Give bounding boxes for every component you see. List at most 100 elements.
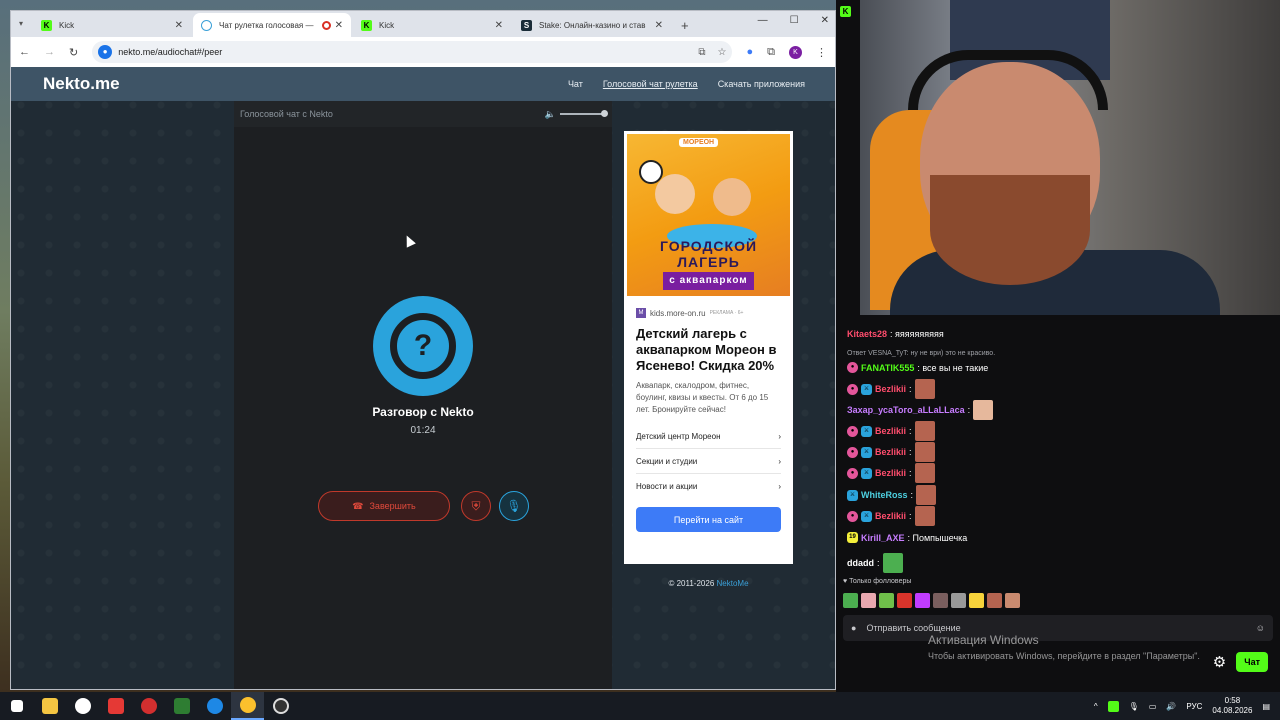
chat-username[interactable]: Kitaets28 xyxy=(847,329,887,339)
tray-kick-icon[interactable] xyxy=(1107,700,1119,712)
tab-close-icon[interactable]: ✕ xyxy=(655,20,663,31)
chat-username[interactable]: Bezlikii xyxy=(875,468,906,478)
chat-username[interactable]: ddadd xyxy=(847,558,874,568)
minimize-icon[interactable]: — xyxy=(758,15,768,26)
chat-username[interactable]: Захар_усаТого_аLLaLLaca xyxy=(847,405,965,415)
taskbar-explorer[interactable] xyxy=(33,692,66,720)
end-call-button[interactable]: ☎ Завершить xyxy=(318,491,450,521)
emote-dark[interactable] xyxy=(933,593,948,608)
forward-icon[interactable]: → xyxy=(44,46,55,58)
chat-username[interactable]: WhiteRoss xyxy=(861,490,908,500)
taskbar-opera[interactable] xyxy=(132,692,165,720)
tab-close-icon[interactable]: ✕ xyxy=(495,20,503,31)
ad-image[interactable]: МОРЕОН ГОРОДСКОЙ ЛАГЕРЬ с аквапарком xyxy=(627,134,790,296)
copyright-link[interactable]: NektoMe xyxy=(717,579,749,588)
back-icon[interactable]: ← xyxy=(19,46,30,58)
ad-body: Аквапарк, скалодром, фитнес, боулинг, кв… xyxy=(636,381,769,414)
reload-icon[interactable]: ↻ xyxy=(69,46,78,59)
panel-header: Голосовой чат с Nekto 🔈 xyxy=(234,101,612,127)
emote-feather[interactable] xyxy=(915,593,930,608)
ad-brand: МОРЕОН xyxy=(679,138,719,147)
followers-only-notice: ♥ Только фолловеры xyxy=(843,578,912,585)
tray-mic-icon[interactable]: 🎙 xyxy=(1129,702,1139,711)
tray-chevron-icon[interactable]: ^ xyxy=(1094,702,1098,711)
report-button[interactable]: ⛨ xyxy=(461,491,491,521)
ad-cta-button[interactable]: Перейти на сайт xyxy=(636,507,781,532)
stake-favicon-icon: S xyxy=(521,19,532,31)
emote-pepe[interactable] xyxy=(843,593,858,608)
taskbar-yandex[interactable] xyxy=(66,692,99,720)
address-bar[interactable]: ● nekto.me/audiochat#/peer ⧉ ☆ xyxy=(92,41,733,63)
site-logo[interactable]: Nekto.me xyxy=(43,74,120,94)
emote-face[interactable] xyxy=(861,593,876,608)
emote-man[interactable] xyxy=(987,593,1002,608)
nav-download[interactable]: Скачать приложения xyxy=(718,79,805,89)
chat-username[interactable]: Bezlikii xyxy=(875,511,906,521)
chat-username[interactable]: FANATIK555 xyxy=(861,363,914,373)
ad-headline[interactable]: Детский лагерь с аквапарком Мореон в Ясе… xyxy=(624,318,793,374)
taskbar-yandex-browser[interactable] xyxy=(99,692,132,720)
end-call-label: Завершить xyxy=(369,501,416,511)
nav-voice-roulette[interactable]: Голосовой чат рулетка xyxy=(603,79,698,89)
chat-text: : xyxy=(909,426,912,436)
emote-man2[interactable] xyxy=(1005,593,1020,608)
close-window-icon[interactable]: ✕ xyxy=(821,15,829,26)
clock-date: 04.08.2026 xyxy=(1212,706,1253,715)
chat-username[interactable]: Kirill_AXE xyxy=(861,533,905,543)
volume-knob[interactable] xyxy=(601,110,608,117)
emote-frog[interactable] xyxy=(879,593,894,608)
chat-username[interactable]: Bezlikii xyxy=(875,384,906,394)
tray-volume-icon[interactable]: 🔊 xyxy=(1166,702,1176,711)
emoji-icon[interactable]: ☺ xyxy=(1256,623,1265,633)
tray-language[interactable]: РУС xyxy=(1186,702,1202,711)
install-icon[interactable]: ⧉ xyxy=(698,47,705,58)
notifications-icon[interactable]: ▤ xyxy=(1262,702,1270,711)
shield-icon: ● xyxy=(851,623,857,633)
gear-icon[interactable]: ⚙ xyxy=(1213,653,1226,671)
chat-username[interactable]: Bezlikii xyxy=(875,447,906,457)
tab-search-icon[interactable]: ▾ xyxy=(19,19,23,28)
profile-avatar[interactable]: K xyxy=(789,45,802,59)
chat-send-button[interactable]: Чат xyxy=(1236,652,1268,672)
new-tab-icon[interactable]: + xyxy=(681,18,689,33)
chat-message: Захар_усаТого_аLLaLLaca: xyxy=(847,400,994,420)
banner-line: ЛАГЕРЬ xyxy=(677,254,740,270)
shield-icon: ⛨ xyxy=(471,498,481,513)
tab-close-icon[interactable]: ✕ xyxy=(335,20,343,31)
chat-text: : яяяяяяяяяя xyxy=(890,329,944,339)
tab-kick-1[interactable]: K Kick ✕ xyxy=(33,13,191,37)
emote-cat[interactable] xyxy=(951,593,966,608)
tab-stake[interactable]: S Stake: Онлайн-казино и став ✕ xyxy=(513,13,671,37)
tab-close-icon[interactable]: ✕ xyxy=(175,20,183,31)
windows-taskbar: ^ 🎙 ▭ 🔊 РУС 0:58 04.08.2026 ▤ xyxy=(0,692,1280,720)
tab-nekto[interactable]: Чат рулетка голосовая — ✕ xyxy=(193,13,351,37)
tab-kick-2[interactable]: K Kick ✕ xyxy=(353,13,511,37)
volume-slider[interactable] xyxy=(560,110,608,117)
ad-link[interactable]: Детский центр Мореон › xyxy=(636,424,781,449)
menu-dots-icon[interactable]: ⋮ xyxy=(816,46,827,59)
mute-button[interactable]: 🎙 xyxy=(499,491,529,521)
start-button[interactable] xyxy=(0,692,33,720)
advertisement[interactable]: МОРЕОН ГОРОДСКОЙ ЛАГЕРЬ с аквапарком M k… xyxy=(624,131,793,564)
nav-chat[interactable]: Чат xyxy=(568,79,583,89)
kick-favicon-icon: K xyxy=(361,19,372,31)
ad-link[interactable]: Секции и студии › xyxy=(636,449,781,474)
taskbar-obs[interactable] xyxy=(264,692,297,720)
ad-link[interactable]: Новости и акции › xyxy=(636,474,781,499)
emote-devil[interactable] xyxy=(897,593,912,608)
bookmark-star-icon[interactable]: ☆ xyxy=(718,47,727,58)
taskbar-edge[interactable] xyxy=(198,692,231,720)
windows-logo-icon xyxy=(10,700,23,712)
extension-icon[interactable]: ● xyxy=(746,46,753,58)
chat-message: ● ⚔ Bezlikii: xyxy=(847,506,935,526)
maximize-icon[interactable]: ☐ xyxy=(790,15,799,26)
chat-username[interactable]: Bezlikii xyxy=(875,426,906,436)
chat-emote xyxy=(914,463,935,483)
volume-control[interactable]: 🔈 xyxy=(545,109,608,120)
extensions-puzzle-icon[interactable]: ⧉ xyxy=(767,46,775,59)
taskbar-chrome[interactable] xyxy=(231,692,264,720)
tray-clock[interactable]: 0:58 04.08.2026 xyxy=(1212,696,1252,716)
tray-network-icon[interactable]: ▭ xyxy=(1149,702,1157,711)
taskbar-kick[interactable] xyxy=(165,692,198,720)
emote-banana[interactable] xyxy=(969,593,984,608)
